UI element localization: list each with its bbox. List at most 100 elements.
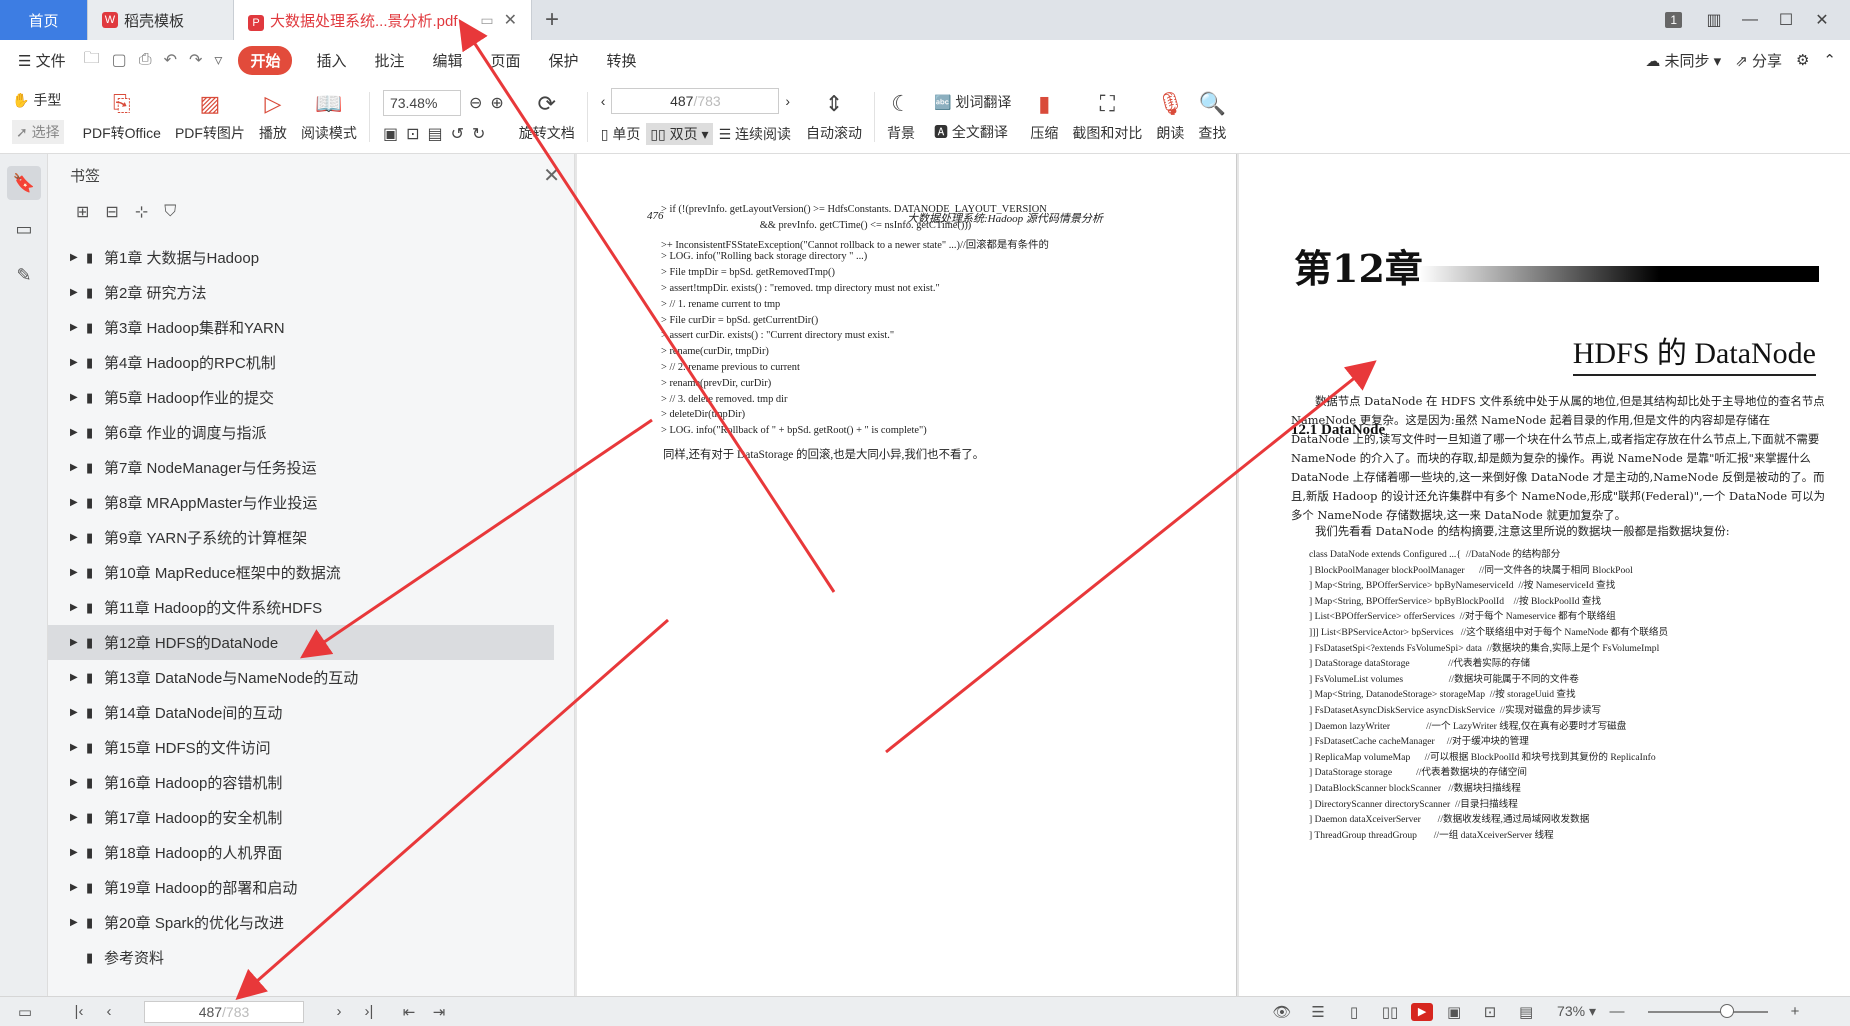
pdf-to-image-button[interactable]: ▨ PDF转图片 xyxy=(168,80,252,154)
last-page-icon[interactable]: ›| xyxy=(354,1003,384,1020)
bookmark-icon[interactable]: ⛉ xyxy=(164,203,176,221)
bookmark-item[interactable]: ▶ ▮ 第19章 Hadoop的部署和启动 xyxy=(48,870,554,905)
continuous-view-icon[interactable]: ☰ xyxy=(1303,1003,1333,1021)
menu-edit[interactable]: 编辑 xyxy=(418,50,476,71)
actual-size-status-icon[interactable]: ▣ xyxy=(1439,1003,1469,1021)
bookmark-item[interactable]: ▶ ▮ 第10章 MapReduce框架中的数据流 xyxy=(48,555,554,590)
expand-arrow-icon[interactable]: ▶ xyxy=(70,847,86,858)
print-icon[interactable]: ⎙ xyxy=(139,51,152,69)
word-translate-button[interactable]: 🔤 划词翻译 xyxy=(934,92,1011,112)
expand-arrow-icon[interactable]: ▶ xyxy=(70,672,86,683)
document-view[interactable]: 476 大数据处理系统:Hadoop 源代码情景分析 > if (!(prevI… xyxy=(575,154,1850,996)
menu-start[interactable]: 开始 xyxy=(238,45,293,75)
expand-arrow-icon[interactable]: ▶ xyxy=(70,532,86,543)
fit-page-icon[interactable]: ⊡ xyxy=(406,124,419,144)
select-tool[interactable]: ➚ 选择 xyxy=(12,119,64,144)
bookmark-item[interactable]: ▮ 参考资料 xyxy=(48,940,554,975)
first-page-icon[interactable]: |‹ xyxy=(64,1003,94,1020)
zoom-in-icon[interactable]: ⊕ xyxy=(490,93,503,113)
single-view-icon[interactable]: ▯ xyxy=(1339,1003,1369,1021)
play-button[interactable]: ▷ 播放 xyxy=(252,80,294,154)
bookmark-panel-icon[interactable]: 🔖 xyxy=(7,166,41,200)
bookmark-item[interactable]: ▶ ▮ 第16章 Hadoop的容错机制 xyxy=(48,765,554,800)
bookmark-item[interactable]: ▶ ▮ 第7章 NodeManager与任务投运 xyxy=(48,450,554,485)
pdf-to-office-button[interactable]: ⎘ PDF转Office xyxy=(76,80,168,154)
pin-tab-icon[interactable]: ▭ xyxy=(480,12,493,28)
bookmark-item[interactable]: ▶ ▮ 第2章 研究方法 xyxy=(48,275,554,310)
expand-arrow-icon[interactable]: ▶ xyxy=(70,602,86,613)
redo-icon[interactable]: ↷ xyxy=(189,50,202,70)
expand-arrow-icon[interactable]: ▶ xyxy=(70,812,86,823)
bookmark-item[interactable]: ▶ ▮ 第15章 HDFS的文件访问 xyxy=(48,730,554,765)
rotate-right-icon[interactable]: ↻ xyxy=(472,124,485,144)
bookmark-item[interactable]: ▶ ▮ 第6章 作业的调度与指派 xyxy=(48,415,554,450)
compress-button[interactable]: ▮ 压缩 xyxy=(1023,80,1065,154)
fit-page-status-icon[interactable]: ⊡ xyxy=(1475,1003,1505,1021)
bookmark-item[interactable]: ▶ ▮ 第11章 Hadoop的文件系统HDFS xyxy=(48,590,554,625)
thumbnail-panel-icon[interactable]: ▭ xyxy=(7,212,41,246)
actual-size-icon[interactable]: ▣ xyxy=(383,124,398,144)
rotate-left-icon[interactable]: ↺ xyxy=(451,124,464,144)
read-mode-button[interactable]: 📖 阅读模式 xyxy=(294,80,364,154)
expand-arrow-icon[interactable]: ▶ xyxy=(70,287,86,298)
page-number-input[interactable]: 487/783 xyxy=(611,88,780,114)
file-menu[interactable]: ☰ 文件 xyxy=(0,50,78,71)
expand-arrow-icon[interactable]: ▶ xyxy=(70,777,86,788)
bookmark-item[interactable]: ▶ ▮ 第13章 DataNode与NameNode的互动 xyxy=(48,660,554,695)
close-tab-icon[interactable]: ✕ xyxy=(504,12,517,29)
fit-width-status-icon[interactable]: ▤ xyxy=(1511,1003,1541,1021)
continuous-read-button[interactable]: ☰ 连续阅读 xyxy=(719,124,791,144)
collapse-ribbon-icon[interactable]: ⌃ xyxy=(1823,51,1836,69)
menu-page[interactable]: 页面 xyxy=(477,50,535,71)
expand-arrow-icon[interactable]: ▶ xyxy=(70,357,86,368)
back-icon[interactable]: ⇤ xyxy=(394,1003,424,1021)
expand-arrow-icon[interactable]: ▶ xyxy=(70,497,86,508)
sync-button[interactable]: ☁ 未同步 ▾ xyxy=(1645,50,1721,71)
read-aloud-button[interactable]: 🎙 朗读 xyxy=(1149,80,1191,154)
zoom-level-dropdown[interactable]: 73% ▾ xyxy=(1557,1003,1596,1020)
bookmark-item[interactable]: ▶ ▮ 第12章 HDFS的DataNode xyxy=(48,625,554,660)
forward-icon[interactable]: ⇥ xyxy=(424,1003,454,1021)
toggle-sidebar-icon[interactable]: ▭ xyxy=(10,1003,40,1021)
full-translate-button[interactable]: 🅰 全文翻译 xyxy=(934,122,1011,142)
maximize-icon[interactable]: ☐ xyxy=(1768,10,1804,30)
share-button[interactable]: ⇗ 分享 xyxy=(1735,50,1782,71)
annotation-panel-icon[interactable]: ✎ xyxy=(7,258,41,292)
zoom-out-status-icon[interactable]: — xyxy=(1602,1003,1632,1020)
prev-page-status-icon[interactable]: ‹ xyxy=(94,1003,124,1020)
open-icon[interactable]: 🗀 xyxy=(84,47,100,74)
expand-arrow-icon[interactable]: ▶ xyxy=(70,882,86,893)
fit-width-icon[interactable]: ▤ xyxy=(427,124,442,144)
settings-icon[interactable]: ⚙ xyxy=(1796,51,1809,69)
screenshot-compare-button[interactable]: ⛶ 截图和对比 xyxy=(1065,80,1149,154)
menu-protect[interactable]: 保护 xyxy=(535,50,593,71)
menu-annotate[interactable]: 批注 xyxy=(360,50,418,71)
eye-protect-icon[interactable]: 👁 xyxy=(1267,1003,1297,1021)
expand-arrow-icon[interactable]: ▶ xyxy=(70,917,86,928)
add-bookmark-icon[interactable]: ⊹ xyxy=(135,202,148,222)
status-page-input[interactable]: 487/783 xyxy=(144,1000,304,1023)
expand-arrow-icon[interactable]: ▶ xyxy=(70,322,86,333)
expand-arrow-icon[interactable]: ▶ xyxy=(70,427,86,438)
new-tab-button[interactable]: + xyxy=(532,0,572,40)
bookmark-item[interactable]: ▶ ▮ 第14章 DataNode间的互动 xyxy=(48,695,554,730)
expand-all-icon[interactable]: ⊞ xyxy=(76,202,89,222)
tab-home[interactable]: 首页 xyxy=(0,0,88,40)
expand-arrow-icon[interactable]: ▶ xyxy=(70,252,86,263)
zoom-slider-knob[interactable] xyxy=(1720,1003,1734,1018)
bookmark-item[interactable]: ▶ ▮ 第20章 Spark的优化与改进 xyxy=(48,905,554,940)
tab-template[interactable]: W 稻壳模板 xyxy=(88,0,234,40)
zoom-out-icon[interactable]: ⊖ xyxy=(469,93,482,113)
bookmark-item[interactable]: ▶ ▮ 第5章 Hadoop作业的提交 xyxy=(48,380,554,415)
layout-icon[interactable]: ▥ xyxy=(1696,10,1732,30)
background-button[interactable]: ☾ 背景 xyxy=(880,80,922,154)
play-status-icon[interactable]: ▶ xyxy=(1411,1002,1434,1021)
minimize-icon[interactable]: — xyxy=(1732,11,1768,29)
double-view-icon[interactable]: ▯▯ xyxy=(1375,1003,1405,1021)
expand-arrow-icon[interactable]: ▶ xyxy=(70,567,86,578)
undo-icon[interactable]: ↶ xyxy=(164,50,177,70)
zoom-in-status-icon[interactable]: + xyxy=(1780,1003,1810,1020)
more-icon[interactable]: ▿ xyxy=(214,50,222,70)
zoom-slider[interactable] xyxy=(1648,1003,1768,1018)
menu-convert[interactable]: 转换 xyxy=(593,50,651,71)
